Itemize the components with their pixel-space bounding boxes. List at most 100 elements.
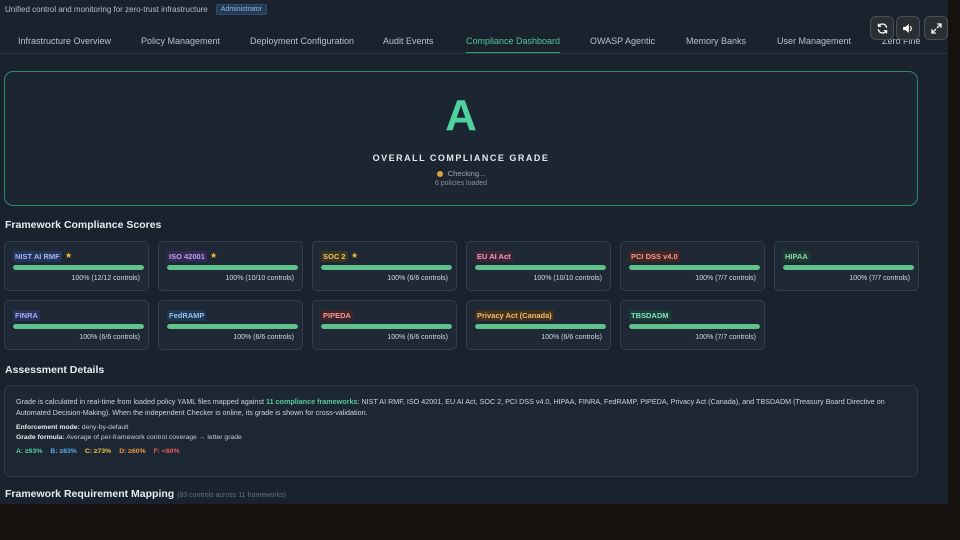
framework-card[interactable]: NIST AI RMF ★ 100% (12/12 controls) <box>4 241 149 291</box>
tab-deployment-configuration[interactable]: Deployment Configuration <box>250 28 354 53</box>
framework-card[interactable]: Privacy Act (Canada) 100% (6/6 controls) <box>466 300 611 350</box>
assessment-description: Grade is calculated in real-time from lo… <box>16 396 906 418</box>
enforcement-mode-label: Enforcement mode: <box>16 424 80 431</box>
framework-scores-heading: Framework Compliance Scores <box>5 219 162 231</box>
progress-fill <box>629 265 760 270</box>
tab-audit-events[interactable]: Audit Events <box>383 28 434 53</box>
framework-card[interactable]: FINRA 100% (6/6 controls) <box>4 300 149 350</box>
grade-formula-value: Average of per-framework control coverag… <box>66 434 242 441</box>
framework-name-text: SOC 2 <box>323 252 346 261</box>
framework-name: FedRAMP <box>167 310 207 321</box>
overall-grade-panel: A OVERALL COMPLIANCE GRADE Checking... 6… <box>4 71 918 206</box>
grade-letter: A <box>445 91 477 140</box>
star-icon: ★ <box>351 251 359 260</box>
framework-score: 100% (10/10 controls) <box>533 275 602 282</box>
status-dot-icon <box>436 170 443 177</box>
framework-name-text: NIST AI RMF <box>15 252 60 261</box>
framework-name-text: EU AI Act <box>477 252 511 261</box>
progress-bar <box>321 265 452 270</box>
framework-card[interactable]: PCI DSS v4.0 100% (7/7 controls) <box>620 241 765 291</box>
framework-score: 100% (6/6 controls) <box>233 334 294 341</box>
checker-status-text: Checking... <box>447 169 486 178</box>
framework-card[interactable]: TBSDADM 100% (7/7 controls) <box>620 300 765 350</box>
framework-name: HIPAA <box>783 251 810 262</box>
progress-fill <box>13 265 144 270</box>
framework-name: PCI DSS v4.0 <box>629 251 680 262</box>
header-bar: Unified control and monitoring for zero-… <box>5 3 267 15</box>
framework-name-text: FINRA <box>15 311 38 320</box>
tab-bar: Infrastructure Overview Policy Management… <box>0 28 948 54</box>
grade-scale-item: F: <60% <box>153 448 180 455</box>
framework-name-text: ISO 42001 <box>169 252 205 261</box>
framework-name: SOC 2 <box>321 251 348 262</box>
grade-scale-item: C: ≥73% <box>84 448 112 455</box>
grade-formula: Grade formula: Average of per-framework … <box>16 434 906 441</box>
framework-card[interactable]: EU AI Act 100% (10/10 controls) <box>466 241 611 291</box>
refresh-icon <box>877 22 887 34</box>
requirement-mapping-title: Framework Requirement Mapping <box>5 488 175 500</box>
framework-score: 100% (6/6 controls) <box>387 334 448 341</box>
framework-score: 100% (12/12 controls) <box>71 275 140 282</box>
grade-formula-label: Grade formula: <box>16 434 65 441</box>
framework-name-text: Privacy Act (Canada) <box>477 311 552 320</box>
progress-bar <box>167 324 298 329</box>
requirement-mapping-subtitle: (83 controls across 11 frameworks) <box>177 492 286 499</box>
framework-score: 100% (10/10 controls) <box>225 275 294 282</box>
framework-card[interactable]: ISO 42001 ★ 100% (10/10 controls) <box>158 241 303 291</box>
progress-bar <box>13 324 144 329</box>
framework-card[interactable]: PIPEDA 100% (6/6 controls) <box>312 300 457 350</box>
progress-bar <box>475 324 606 329</box>
requirement-mapping-heading: Framework Requirement Mapping (83 contro… <box>5 488 286 500</box>
grade-scale: A: ≥93% B: ≥83% C: ≥73% D: ≥60% F: <60% <box>16 448 906 455</box>
framework-card[interactable]: SOC 2 ★ 100% (6/6 controls) <box>312 241 457 291</box>
framework-score: 100% (7/7 controls) <box>695 275 756 282</box>
framework-name: FINRA <box>13 310 40 321</box>
progress-bar <box>13 265 144 270</box>
progress-fill <box>321 265 452 270</box>
assessment-details-heading: Assessment Details <box>5 364 105 376</box>
grade-scale-item: B: ≥83% <box>50 448 77 455</box>
grade-scale-item: A: ≥93% <box>16 448 43 455</box>
framework-name-text: TBSDADM <box>631 311 669 320</box>
tab-owasp-agentic[interactable]: OWASP Agentic <box>590 28 655 53</box>
description-text: Grade is calculated in real-time from lo… <box>16 397 266 406</box>
framework-card[interactable]: FedRAMP 100% (6/6 controls) <box>158 300 303 350</box>
tab-memory-banks[interactable]: Memory Banks <box>686 28 746 53</box>
framework-score: 100% (6/6 controls) <box>387 275 448 282</box>
role-badge: Administrator <box>215 3 267 15</box>
progress-bar <box>321 324 452 329</box>
framework-name-text: FedRAMP <box>169 311 205 320</box>
star-icon: ★ <box>210 251 218 260</box>
framework-name: PIPEDA <box>321 310 353 321</box>
progress-bar <box>629 265 760 270</box>
progress-bar <box>475 265 606 270</box>
framework-name-text: HIPAA <box>785 252 808 261</box>
progress-fill <box>475 265 606 270</box>
framework-name: TBSDADM <box>629 310 671 321</box>
sound-button[interactable] <box>896 16 920 40</box>
framework-name: ISO 42001 <box>167 251 207 262</box>
policies-loaded-count: 6 policies loaded <box>434 180 488 187</box>
app-window: Unified control and monitoring for zero-… <box>0 0 948 504</box>
tab-policy-management[interactable]: Policy Management <box>141 28 220 53</box>
framework-score: 100% (7/7 controls) <box>849 275 910 282</box>
framework-score: 100% (6/6 controls) <box>541 334 602 341</box>
framework-name-text: PIPEDA <box>323 311 351 320</box>
refresh-button[interactable] <box>870 16 894 40</box>
framework-score: 100% (7/7 controls) <box>695 334 756 341</box>
tab-user-management[interactable]: User Management <box>777 28 851 53</box>
enforcement-mode: Enforcement mode: deny-by-default <box>16 424 906 431</box>
progress-bar <box>629 324 760 329</box>
progress-bar <box>167 265 298 270</box>
framework-card[interactable]: HIPAA 100% (7/7 controls) <box>774 241 919 291</box>
grade-title: OVERALL COMPLIANCE GRADE <box>372 153 550 163</box>
grade-scale-item: D: ≥60% <box>119 448 146 455</box>
progress-fill <box>321 324 452 329</box>
progress-fill <box>475 324 606 329</box>
framework-name: EU AI Act <box>475 251 513 262</box>
fullscreen-button[interactable] <box>924 16 948 40</box>
progress-fill <box>783 265 914 270</box>
tab-infrastructure-overview[interactable]: Infrastructure Overview <box>18 28 111 53</box>
tab-compliance-dashboard[interactable]: Compliance Dashboard <box>466 28 561 53</box>
progress-fill <box>167 324 298 329</box>
